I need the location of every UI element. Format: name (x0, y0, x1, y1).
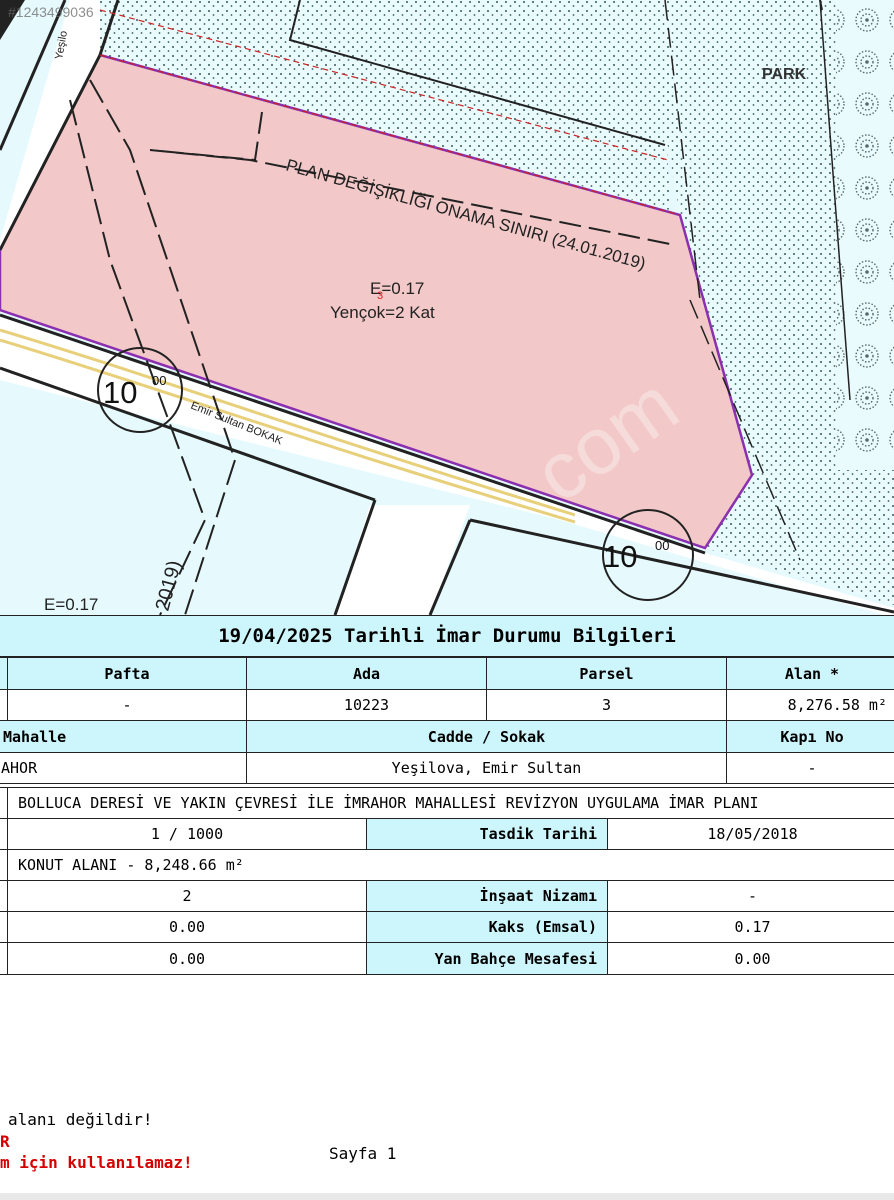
kaks-value: 0.17 (607, 911, 894, 943)
yan-bahce-label: Yan Bahçe Mesafesi (366, 942, 608, 975)
cadde-sokak-value: Yeşilova, Emir Sultan (246, 752, 727, 784)
value-a: 0.00 (7, 911, 367, 943)
road-width-1: 10 (103, 375, 137, 410)
info-title: 19/04/2025 Tarihli İmar Durumu Bilgileri (0, 615, 894, 657)
tasdik-value: 18/05/2018 (607, 818, 894, 850)
bottom-bar (0, 1193, 894, 1200)
mahalle-header: Mahalle (0, 720, 247, 753)
page-number: Sayfa 1 (329, 1144, 397, 1163)
parsel-header: Parsel (486, 657, 727, 690)
insaat-value: - (607, 880, 894, 912)
insaat-label: İnşaat Nizamı (366, 880, 608, 912)
tasdik-label: Tasdik Tarihi (366, 818, 608, 850)
footer-notice-3: m için kullanılamaz! (0, 1153, 193, 1172)
kapi-no-value: - (726, 752, 894, 784)
kaks-label: Kaks (Emsal) (366, 911, 608, 943)
plan-name: BOLLUCA DERESİ VE YAKIN ÇEVRESİ İLE İMRA… (7, 787, 894, 819)
cadde-sokak-header: Cadde / Sokak (246, 720, 727, 753)
floors-value: 2 (7, 880, 367, 912)
road-width-1-sup: 00 (152, 373, 166, 388)
alan-value: 8,276.58 m² (726, 689, 894, 721)
kapi-no-header: Kapı No (726, 720, 894, 753)
emsal-bottom: E=0.17 (44, 595, 98, 614)
pafta-header: Pafta (7, 657, 247, 690)
parsel-value: 3 (486, 689, 727, 721)
road-width-2-sup: 00 (655, 538, 669, 553)
footer-notice-1: alanı değildir! (8, 1110, 153, 1129)
footer-notice-2: R (0, 1132, 10, 1151)
park-label: PARK (762, 66, 807, 83)
zoning-map: PARK PLAN DEĞİŞİKLİĞİ ONAMA SINIRI (24.0… (0, 0, 894, 615)
yencok-label: Yençok=2 Kat (330, 303, 435, 322)
usage-value: KONUT ALANI - 8,248.66 m² (7, 849, 894, 881)
alan-header: Alan * (726, 657, 894, 690)
image-stamp-id: #1243499036 (8, 4, 94, 20)
value-b: 0.00 (7, 942, 367, 975)
road-width-2: 10 (603, 539, 637, 574)
pafta-value: - (7, 689, 247, 721)
ada-header: Ada (246, 657, 487, 690)
yan-bahce-value: 0.00 (607, 942, 894, 975)
plan-scale: 1 / 1000 (7, 818, 367, 850)
emsal-marker: 3 (377, 290, 383, 302)
mahalle-value: AHOR (0, 752, 247, 784)
ada-value: 10223 (246, 689, 487, 721)
